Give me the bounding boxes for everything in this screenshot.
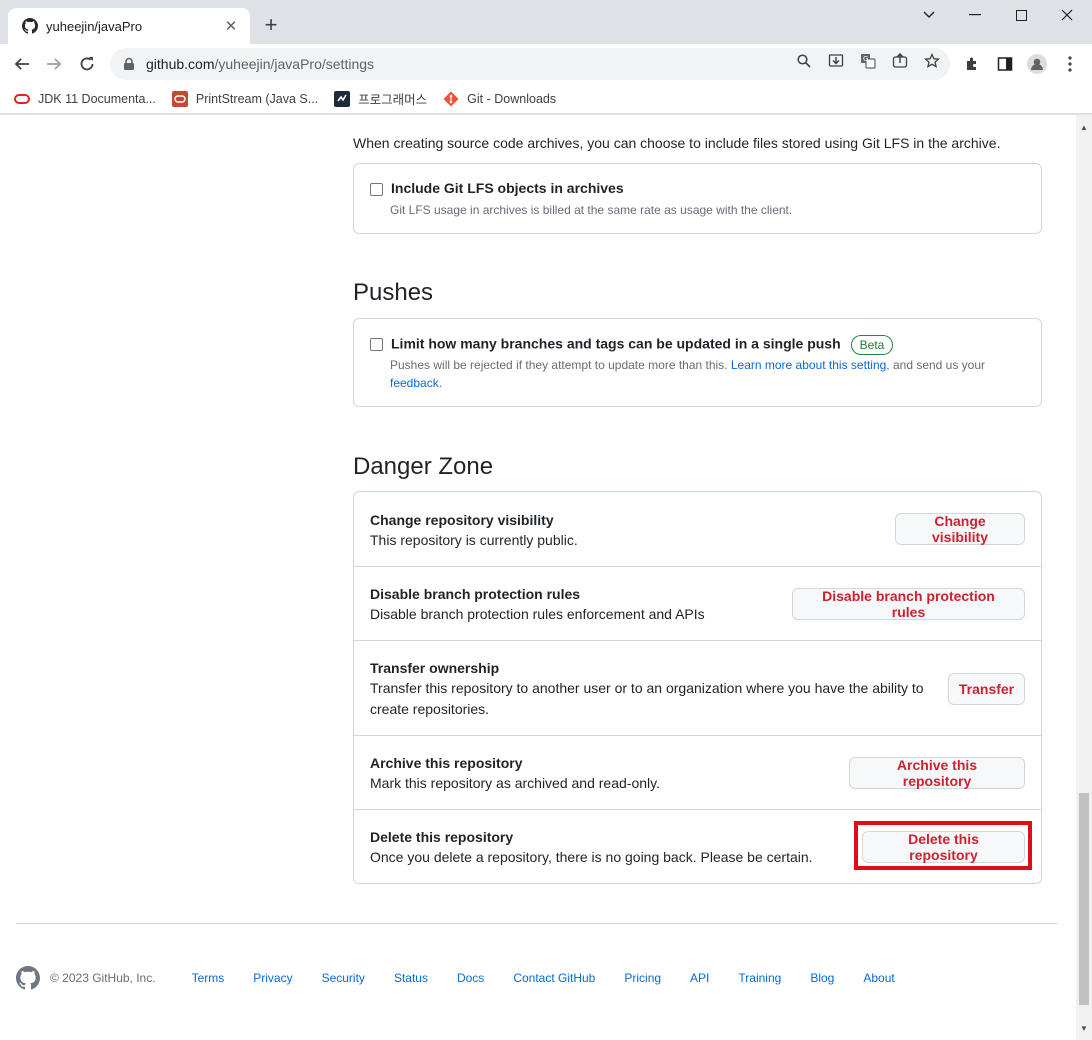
danger-row-desc: Once you delete a repository, there is n… [370, 849, 813, 865]
forward-icon[interactable] [40, 50, 68, 78]
lfs-checkbox[interactable] [370, 183, 383, 196]
footer-link-pricing[interactable]: Pricing [624, 971, 661, 985]
danger-row-transfer: Transfer ownership Transfer this reposit… [354, 640, 1041, 735]
danger-row-branch-protection: Disable branch protection rules Disable … [354, 566, 1041, 640]
oracle-icon [14, 91, 30, 107]
side-panel-icon[interactable] [995, 54, 1015, 74]
footer-divider [16, 923, 1058, 924]
back-icon[interactable] [8, 50, 36, 78]
danger-row-desc: Mark this repository as archived and rea… [370, 775, 660, 791]
share-icon[interactable] [891, 52, 909, 70]
danger-row-desc: Transfer this repository to another user… [370, 680, 924, 717]
maximize-icon[interactable] [998, 0, 1044, 30]
close-window-icon[interactable] [1044, 0, 1090, 30]
close-tab-icon[interactable]: ✕ [222, 17, 240, 35]
github-logo-icon[interactable] [16, 966, 40, 990]
tab-search-chevron-icon[interactable] [906, 0, 952, 30]
browser-tab[interactable]: yuheejin/javaPro ✕ [8, 8, 250, 44]
footer-link-docs[interactable]: Docs [457, 971, 484, 985]
svg-text:G: G [863, 55, 868, 63]
archive-repository-button[interactable]: Archive this repository [849, 757, 1025, 789]
scrollbar-thumb[interactable] [1079, 793, 1089, 1005]
footer-link-api[interactable]: API [690, 971, 709, 985]
footer: © 2023 GitHub, Inc. Terms Privacy Securi… [16, 966, 924, 990]
footer-link-contact[interactable]: Contact GitHub [513, 971, 595, 985]
bookmark-programmers[interactable]: 프로그래머스 [334, 89, 427, 108]
danger-row-desc: This repository is currently public. [370, 532, 578, 548]
page-viewport: When creating source code archives, you … [0, 115, 1076, 1040]
install-app-icon[interactable] [827, 52, 845, 70]
search-icon[interactable] [795, 52, 813, 70]
danger-row-archive: Archive this repository Mark this reposi… [354, 735, 1041, 809]
lfs-option-box: Include Git LFS objects in archives Git … [353, 163, 1042, 234]
git-icon [443, 91, 459, 107]
danger-row-title: Archive this repository [370, 755, 523, 771]
bookmark-git-downloads[interactable]: Git - Downloads [443, 91, 556, 107]
footer-copyright: © 2023 GitHub, Inc. [50, 971, 156, 985]
push-option-box: Limit how many branches and tags can be … [353, 318, 1042, 407]
bookmark-jdk[interactable]: JDK 11 Documenta... [14, 91, 156, 107]
danger-row-desc: Disable branch protection rules enforcem… [370, 606, 705, 622]
archives-intro: When creating source code archives, you … [353, 135, 1001, 151]
lfs-label: Include Git LFS objects in archives [391, 180, 624, 196]
change-visibility-button[interactable]: Change visibility [895, 513, 1025, 545]
footer-link-terms[interactable]: Terms [192, 971, 225, 985]
disable-branch-protection-button[interactable]: Disable branch protection rules [792, 588, 1025, 620]
lfs-checkbox-row[interactable]: Include Git LFS objects in archives [370, 180, 624, 196]
kebab-menu-icon[interactable] [1060, 54, 1080, 74]
danger-row-title: Delete this repository [370, 829, 514, 845]
danger-row-visibility: Change repository visibility This reposi… [354, 492, 1041, 566]
footer-link-blog[interactable]: Blog [810, 971, 834, 985]
new-tab-button[interactable]: + [258, 12, 284, 38]
footer-link-security[interactable]: Security [322, 971, 365, 985]
footer-link-about[interactable]: About [863, 971, 894, 985]
tab-strip: yuheejin/javaPro ✕ + [0, 0, 1092, 44]
beta-badge: Beta [850, 335, 894, 355]
footer-link-status[interactable]: Status [394, 971, 428, 985]
learn-more-link[interactable]: Learn more about this setting [731, 358, 886, 372]
bookmark-printstream[interactable]: PrintStream (Java S... [171, 90, 318, 107]
transfer-button[interactable]: Transfer [948, 673, 1025, 705]
minimize-icon[interactable] [952, 0, 998, 30]
pushes-heading: Pushes [353, 279, 434, 306]
lfs-note: Git LFS usage in archives is billed at t… [390, 203, 793, 217]
extensions-icon[interactable] [962, 54, 982, 74]
push-limit-checkbox[interactable] [370, 338, 383, 351]
programmers-icon [334, 90, 351, 107]
push-limit-label: Limit how many branches and tags can be … [391, 335, 894, 355]
danger-row-title: Transfer ownership [370, 660, 500, 676]
danger-row-title: Change repository visibility [370, 512, 554, 528]
profile-avatar-icon[interactable] [1027, 54, 1047, 74]
page-scrollbar[interactable]: ▲ ▼ [1076, 115, 1092, 1040]
github-favicon-icon [22, 18, 38, 34]
footer-link-training[interactable]: Training [738, 971, 781, 985]
feedback-link[interactable]: feedback [390, 376, 439, 390]
danger-zone-heading: Danger Zone [353, 453, 494, 480]
push-note: Pushes will be rejected if they attempt … [390, 358, 986, 390]
tab-title: yuheejin/javaPro [46, 18, 143, 34]
danger-row-title: Disable branch protection rules [370, 586, 581, 602]
oracle-icon [171, 90, 188, 107]
reload-icon[interactable] [73, 50, 101, 78]
scroll-up-arrow-icon[interactable]: ▲ [1076, 119, 1092, 135]
scroll-down-arrow-icon[interactable]: ▼ [1076, 1020, 1092, 1036]
push-limit-checkbox-row[interactable]: Limit how many branches and tags can be … [370, 335, 894, 355]
bookmarks-bar: JDK 11 Documenta... PrintStream (Java S.… [0, 84, 1092, 114]
bookmark-star-icon[interactable] [923, 52, 941, 70]
footer-link-privacy[interactable]: Privacy [253, 971, 292, 985]
browser-toolbar: github.com/yuheejin/javaPro/settings G [0, 44, 1092, 84]
translate-icon[interactable]: G [859, 52, 877, 70]
address-bar[interactable]: github.com/yuheejin/javaPro/settings [110, 48, 950, 80]
highlight-annotation-box [854, 821, 1032, 870]
lock-icon [124, 57, 134, 70]
